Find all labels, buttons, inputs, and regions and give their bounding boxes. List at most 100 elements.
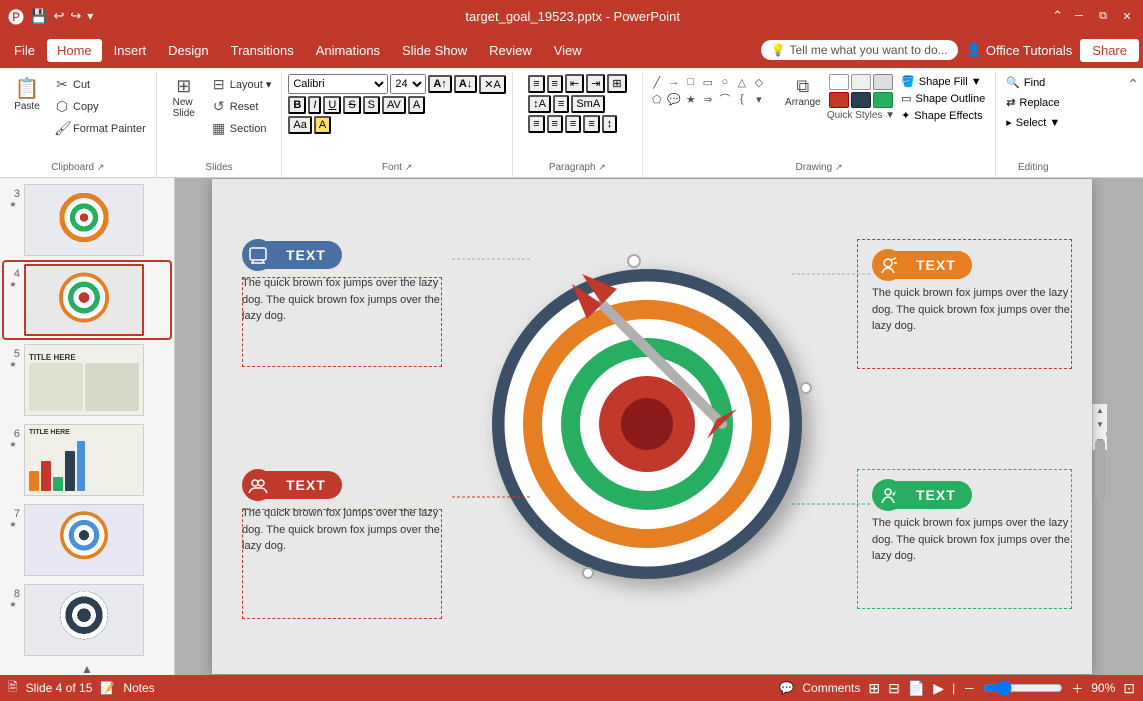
- format-painter-button[interactable]: 🖌 Format Painter: [50, 118, 150, 139]
- new-slide-button[interactable]: ⊞ NewSlide: [163, 74, 205, 121]
- increase-indent-button[interactable]: ⇥: [586, 74, 605, 93]
- shadow-button[interactable]: S: [363, 96, 380, 114]
- slide-thumb-6[interactable]: 6 ★ TITLE HERE: [4, 422, 170, 498]
- slide-thumb-7[interactable]: 7 ★: [4, 502, 170, 578]
- style-cell-1[interactable]: [829, 74, 849, 90]
- close-button[interactable]: ✕: [1119, 8, 1135, 24]
- style-cell-2[interactable]: [851, 74, 871, 90]
- bullets-button[interactable]: ≡: [528, 75, 544, 93]
- undo-btn[interactable]: ↩: [53, 8, 64, 24]
- brace-shape[interactable]: {: [734, 91, 750, 107]
- rect-shape[interactable]: □: [683, 74, 699, 90]
- paste-button[interactable]: 📋 Paste: [6, 74, 48, 114]
- font-family-select[interactable]: Calibri: [288, 74, 388, 94]
- columns-button[interactable]: ⊞: [607, 74, 626, 93]
- bold-button[interactable]: B: [288, 96, 306, 114]
- quick-styles-button[interactable]: Quick Styles ▼: [827, 110, 895, 121]
- tell-me-input[interactable]: 💡 Tell me what you want to do...: [761, 40, 958, 60]
- curve-shape[interactable]: ⌒: [717, 91, 733, 107]
- font-color-button[interactable]: A: [408, 96, 425, 114]
- share-button[interactable]: Share: [1080, 39, 1139, 62]
- menu-review[interactable]: Review: [479, 39, 542, 62]
- font-size-select[interactable]: 24: [390, 74, 426, 94]
- underline-button[interactable]: U: [323, 96, 341, 114]
- callout-shape[interactable]: 💬: [666, 91, 682, 107]
- reset-button[interactable]: ↺ Reset: [207, 96, 276, 117]
- font-size-up-button[interactable]: A↑: [428, 75, 451, 93]
- scroll-down-arrow[interactable]: ▼: [1093, 418, 1107, 432]
- slide-thumb-4[interactable]: 4 ★: [4, 262, 170, 338]
- style-cell-4[interactable]: [829, 92, 849, 108]
- menu-insert[interactable]: Insert: [104, 39, 157, 62]
- pentagon-shape[interactable]: ⬠: [649, 91, 665, 107]
- menu-slideshow[interactable]: Slide Show: [392, 39, 477, 62]
- clear-format-button[interactable]: ✕A: [479, 75, 506, 94]
- fit-page-btn[interactable]: ⊡: [1123, 680, 1135, 697]
- line-spacing-button[interactable]: ↕: [602, 115, 618, 133]
- menu-design[interactable]: Design: [158, 39, 218, 62]
- more-shapes-icon[interactable]: ▾: [751, 91, 767, 107]
- shape-fill-button[interactable]: 🪣 Shape Fill ▼: [897, 74, 989, 89]
- replace-button[interactable]: ⇄ Replace: [1002, 94, 1064, 111]
- scroll-up-arrow[interactable]: ▲: [1093, 404, 1107, 418]
- menu-transitions[interactable]: Transitions: [221, 39, 304, 62]
- shape-outline-button[interactable]: ▭ Shape Outline: [897, 91, 989, 106]
- find-button[interactable]: 🔍 Find: [1002, 74, 1064, 91]
- style-cell-5[interactable]: [851, 92, 871, 108]
- quick-styles-grid[interactable]: [829, 74, 893, 108]
- menu-file[interactable]: File: [4, 39, 45, 62]
- zoom-slider[interactable]: [983, 680, 1063, 696]
- rounded-rect-shape[interactable]: ▭: [700, 74, 716, 90]
- star-shape[interactable]: ★: [683, 91, 699, 107]
- zoom-in-btn[interactable]: ＋: [1071, 680, 1083, 697]
- copy-button[interactable]: ⬡ Copy: [50, 96, 150, 117]
- decrease-indent-button[interactable]: ⇤: [565, 74, 584, 93]
- section-button[interactable]: ▦ Section: [207, 118, 276, 139]
- strikethrough-button[interactable]: S: [343, 96, 360, 114]
- scroll-up-btn[interactable]: ▲: [81, 662, 93, 675]
- maximize-button[interactable]: ⧉: [1095, 8, 1111, 24]
- font-size-down-button[interactable]: A↓: [454, 75, 477, 93]
- align-text-button[interactable]: ≡: [553, 95, 569, 113]
- notes-button[interactable]: Notes: [123, 681, 154, 695]
- ribbon-toggle-icon[interactable]: ⌃: [1052, 8, 1063, 24]
- arrange-button[interactable]: ⧉ Arrange: [781, 74, 825, 110]
- numbering-button[interactable]: ≡: [547, 75, 563, 93]
- ribbon-collapse-btn[interactable]: ⌃: [1127, 76, 1139, 93]
- slide-thumb-5[interactable]: 5 ★ TITLE HERE: [4, 342, 170, 418]
- style-cell-6[interactable]: [873, 92, 893, 108]
- select-button[interactable]: ▸ Select ▼: [1002, 114, 1064, 131]
- font-highlight-button[interactable]: A: [314, 116, 331, 134]
- justify-button[interactable]: ≡: [583, 115, 599, 133]
- menu-view[interactable]: View: [544, 39, 592, 62]
- text-direction-button[interactable]: ↕A: [528, 95, 551, 113]
- char-spacing-button[interactable]: AV: [382, 96, 406, 114]
- triangle-shape[interactable]: △: [734, 74, 750, 90]
- block-arrow-shape[interactable]: ⇒: [700, 91, 716, 107]
- menu-home[interactable]: Home: [47, 39, 102, 62]
- slideshow-view-btn[interactable]: ▶: [933, 680, 944, 697]
- redo-btn[interactable]: ↪: [70, 8, 81, 24]
- italic-button[interactable]: I: [308, 96, 321, 114]
- save-icon[interactable]: 💾: [30, 8, 47, 25]
- line-shape[interactable]: ╱: [649, 74, 665, 90]
- cut-button[interactable]: ✂ Cut: [50, 74, 150, 95]
- normal-view-btn[interactable]: ⊞: [868, 680, 880, 697]
- office-tutorials-link[interactable]: 👤 Office Tutorials: [966, 42, 1073, 58]
- scroll-thumb[interactable]: [1095, 440, 1105, 500]
- align-center-button[interactable]: ≡: [547, 115, 563, 133]
- comments-button[interactable]: Comments: [802, 681, 860, 695]
- align-left-button[interactable]: ≡: [528, 115, 544, 133]
- reading-view-btn[interactable]: 📄: [908, 680, 925, 697]
- outline-view-btn[interactable]: ⊟: [888, 680, 900, 697]
- arrow-shape[interactable]: →: [666, 74, 682, 90]
- vertical-scrollbar[interactable]: ▲ ▼ ⊞: [1092, 404, 1106, 450]
- minimize-button[interactable]: ─: [1071, 8, 1087, 24]
- align-right-button[interactable]: ≡: [565, 115, 581, 133]
- slide-thumb-8[interactable]: 8 ★: [4, 582, 170, 658]
- smartart-button[interactable]: SmA: [571, 95, 605, 113]
- layout-button[interactable]: ⊟ Layout ▾: [207, 74, 276, 95]
- zoom-out-btn[interactable]: －: [963, 680, 975, 697]
- style-cell-3[interactable]: [873, 74, 893, 90]
- font-case-button[interactable]: Aa: [288, 116, 311, 134]
